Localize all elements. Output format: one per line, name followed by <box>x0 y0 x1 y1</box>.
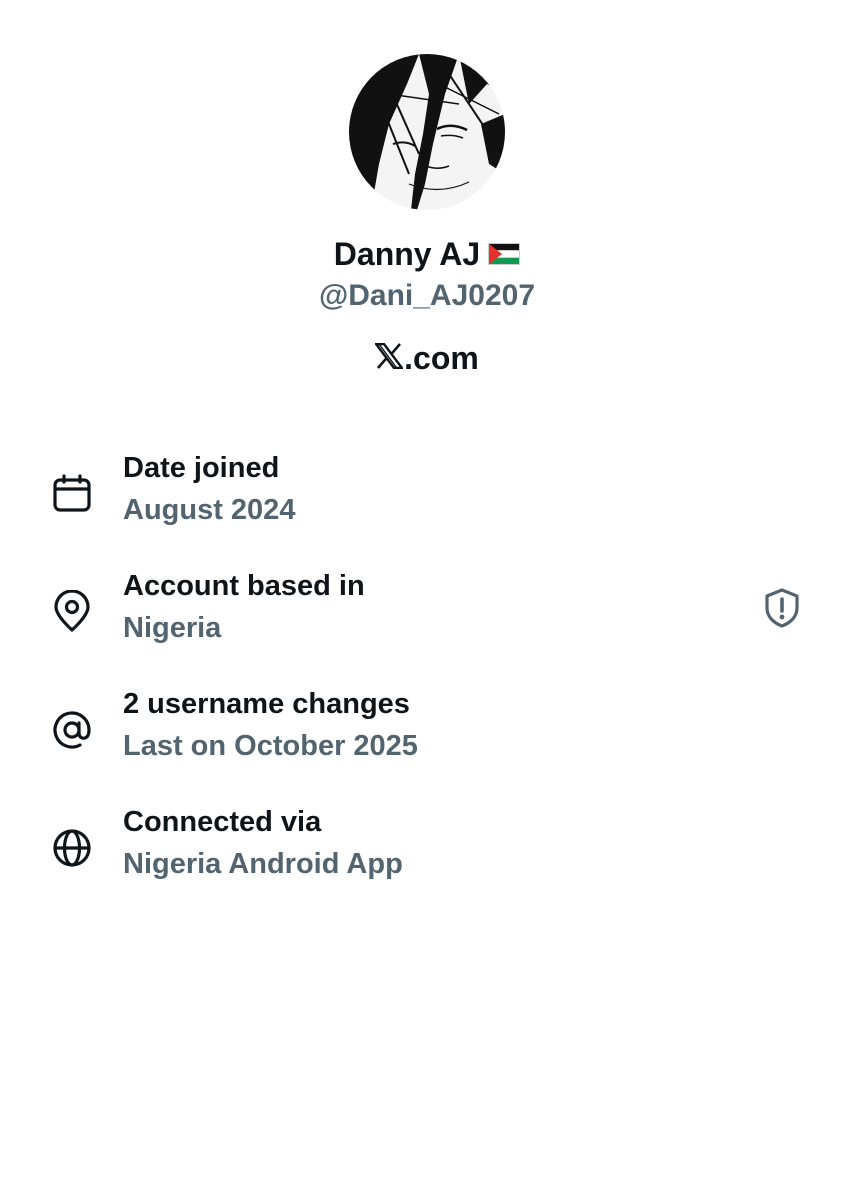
detail-row-connected-via: Connected via Nigeria Android App <box>0 802 854 892</box>
detail-title: Account based in <box>123 570 365 602</box>
x-logo-icon <box>373 336 405 380</box>
profile-name: Danny AJ <box>333 236 481 272</box>
avatar-illustration <box>349 54 505 210</box>
profile-handle[interactable]: @Dani_AJ0207 <box>0 276 854 316</box>
shield-alert-icon[interactable] <box>760 586 804 630</box>
globe-icon <box>50 826 94 870</box>
brand-suffix: .com <box>404 340 479 376</box>
brand-domain[interactable]: .com <box>0 336 854 380</box>
detail-value: Nigeria Android App <box>123 848 403 880</box>
detail-value: August 2024 <box>123 494 296 526</box>
detail-title: 2 username changes <box>123 688 410 720</box>
detail-value: Last on October 2025 <box>123 730 418 762</box>
palestine-flag-icon <box>488 232 521 276</box>
detail-row-username-changes: 2 username changes Last on October 2025 <box>0 684 854 774</box>
detail-title: Connected via <box>123 806 322 838</box>
detail-value: Nigeria <box>123 612 222 644</box>
location-pin-icon <box>50 589 94 634</box>
at-sign-icon <box>50 708 94 752</box>
calendar-icon <box>50 472 94 516</box>
profile-avatar[interactable] <box>349 54 505 210</box>
profile-name-row: Danny AJ <box>0 232 854 276</box>
detail-title: Date joined <box>123 452 280 484</box>
detail-row-date-joined: Date joined August 2024 <box>0 448 854 538</box>
detail-row-account-based-in: Account based in Nigeria <box>0 566 854 656</box>
